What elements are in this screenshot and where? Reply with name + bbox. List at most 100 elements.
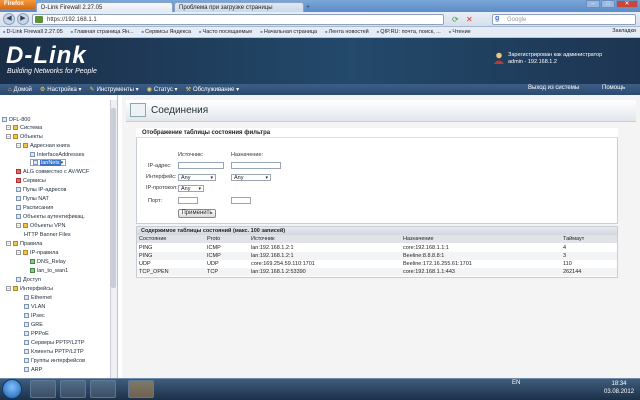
tree-item[interactable]: Ethernet [24, 294, 52, 302]
dlink-tagline: Building Networks for People [7, 68, 97, 75]
tree-item-label: Клиенты PPTP/L2TP [31, 349, 84, 355]
tree-item[interactable]: HTTP Banner Files [24, 231, 71, 239]
close-button[interactable]: ✕ [616, 0, 638, 8]
tree-item[interactable]: − Правила [6, 240, 42, 248]
menu-maintenance[interactable]: ⚒ Обслуживание ▾ [186, 86, 240, 93]
menu-settings[interactable]: ⚙ Настройка ▾ [40, 86, 82, 93]
expand-toggle-icon[interactable]: − [6, 125, 11, 131]
table-row[interactable]: UDP UDP core:169.254.59.110:1701 Beeline:17… [137, 260, 617, 268]
help-link[interactable]: Помощь [602, 85, 625, 91]
tree-item-label: IP-правила [30, 250, 59, 256]
expand-toggle-icon[interactable]: − [16, 250, 21, 256]
bookmark-item[interactable]: D-Link Firewall 2.27.05 [3, 29, 63, 35]
tree-item[interactable]: Группы интерфейсов [24, 357, 85, 365]
logout-link[interactable]: Выход из системы [528, 85, 579, 91]
object-icon [24, 367, 29, 373]
table-cell: ICMP [207, 245, 221, 251]
back-button[interactable]: ◀ [3, 13, 15, 25]
tree-item[interactable]: Клиенты PPTP/L2TP [24, 348, 84, 356]
expand-toggle-icon[interactable]: − [6, 241, 11, 247]
tree-item[interactable]: Доступ [16, 276, 41, 284]
folder-icon [13, 134, 18, 140]
tree-item-label: ALG совместно с AV/WCF [23, 169, 90, 175]
source-port-input[interactable] [178, 197, 198, 204]
taskbar-firefox[interactable] [128, 380, 154, 398]
menu-tools[interactable]: ✎ Инструменты ▾ [90, 86, 139, 93]
expand-toggle-icon[interactable]: − [16, 143, 21, 149]
dest-port-input[interactable] [231, 197, 251, 204]
apply-button[interactable]: Применить [178, 209, 216, 218]
tree-item[interactable]: ARP [24, 366, 42, 374]
expand-toggle-icon[interactable]: − [16, 223, 21, 229]
tree-item[interactable]: − IP-правила [16, 249, 58, 257]
tree-item[interactable]: Пулы NAT [16, 195, 49, 203]
tree-item[interactable]: Сервисы [16, 177, 46, 185]
clock[interactable]: 18:34 03.08.2012 [604, 380, 634, 396]
taskbar-explorer[interactable] [30, 380, 56, 398]
dest-ip-input[interactable] [231, 162, 281, 169]
header-dest: Назначение [403, 236, 434, 242]
tree-item[interactable]: − Адресная книга [16, 142, 70, 150]
bookmark-item[interactable]: Чтение [449, 29, 470, 35]
bookmark-item[interactable]: Лента новостей [325, 29, 369, 35]
bookmark-item[interactable]: Начальная страница [260, 29, 317, 35]
tree-item[interactable]: − Система [6, 124, 42, 132]
menu-status[interactable]: ◉ Статус ▾ [147, 86, 178, 93]
tree-item[interactable]: − Интерфейсы [6, 285, 53, 293]
tree-item[interactable]: Расписания [16, 204, 53, 212]
menu-home[interactable]: ⌂ Домой [8, 87, 32, 93]
dest-interface-select[interactable]: Any [231, 174, 271, 181]
tree-item[interactable]: lan_to_wan1 [30, 267, 68, 275]
tree-item[interactable]: − Объекты [6, 133, 43, 141]
connections-icon [130, 103, 146, 117]
search-input[interactable]: Google [492, 14, 636, 25]
tree-item[interactable]: GRE [24, 321, 43, 329]
protocol-select[interactable]: Any [178, 185, 204, 192]
reload-icon[interactable]: ⟳ [452, 15, 459, 24]
tree-item-label: InterfaceAddresses [37, 152, 85, 158]
tree-item[interactable]: ALG совместно с AV/WCF [16, 168, 89, 176]
tree-item[interactable]: DNS_Relay [30, 258, 66, 266]
new-tab-button[interactable]: + [306, 4, 310, 11]
gear-icon: ⚙ [39, 87, 46, 93]
taskbar-app[interactable] [90, 380, 116, 398]
taskbar-terminal[interactable] [60, 380, 86, 398]
tree-item-label: Адресная книга [30, 143, 70, 149]
forward-button[interactable]: ▶ [17, 13, 29, 25]
firefox-menu-button[interactable]: Firefox [0, 0, 36, 9]
source-ip-input[interactable] [178, 162, 224, 169]
expand-toggle-icon[interactable]: − [6, 286, 11, 292]
object-icon [24, 331, 29, 337]
object-icon [30, 152, 35, 158]
bookmarks-menu[interactable]: Закладки [612, 28, 636, 34]
tree-item[interactable]: lanNets [30, 159, 67, 166]
tree-item[interactable]: PPPoE [24, 330, 49, 338]
language-indicator[interactable]: EN [512, 380, 520, 386]
minimize-button[interactable]: – [586, 0, 600, 8]
table-row[interactable]: TCP_OPEN TCP lan:192.168.1.2:53390 core:192… [137, 268, 617, 276]
bookmark-item[interactable]: Часто посещаемые [199, 29, 253, 35]
bookmark-item[interactable]: Главная страница Ян... [71, 29, 133, 35]
tree-item[interactable]: Серверы PPTP/L2TP [24, 339, 85, 347]
dlink-logo: D-Link [6, 42, 87, 69]
tree-item[interactable]: InterfaceAddresses [30, 151, 84, 159]
tree-scrollbar-thumb[interactable] [111, 108, 116, 288]
tree-item[interactable]: Объекты аутентификац. [16, 213, 85, 221]
address-bar[interactable]: https://192.168.1.1 [32, 14, 444, 25]
bookmark-item[interactable]: QIP.RU: почта, поиск, ... [377, 29, 441, 35]
table-cell: lan:192.168.1.2:1 [251, 253, 294, 259]
source-interface-select[interactable]: Any [178, 174, 216, 181]
tree-item-label: Объекты аутентификац. [23, 214, 85, 220]
table-row[interactable]: PING ICMP lan:192.168.1.2:1 Beeline:8.8.8.8… [137, 252, 617, 260]
table-row[interactable]: PING ICMP lan:192.168.1.2:1 core:192.168.1.… [137, 244, 617, 252]
tree-item[interactable]: DFL-800 [2, 116, 30, 124]
start-button[interactable] [2, 379, 22, 399]
tree-item[interactable]: − Объекты VPN [16, 222, 66, 230]
bookmark-item[interactable]: Сервисы Яндекса [142, 29, 191, 35]
tree-item[interactable]: IPsec [24, 312, 45, 320]
maximize-button[interactable]: □ [601, 0, 615, 8]
stop-icon[interactable]: ✕ [466, 15, 473, 24]
expand-toggle-icon[interactable]: − [6, 134, 11, 140]
tree-item[interactable]: Пулы IP-адресов [16, 186, 66, 194]
tree-item[interactable]: VLAN [24, 303, 45, 311]
